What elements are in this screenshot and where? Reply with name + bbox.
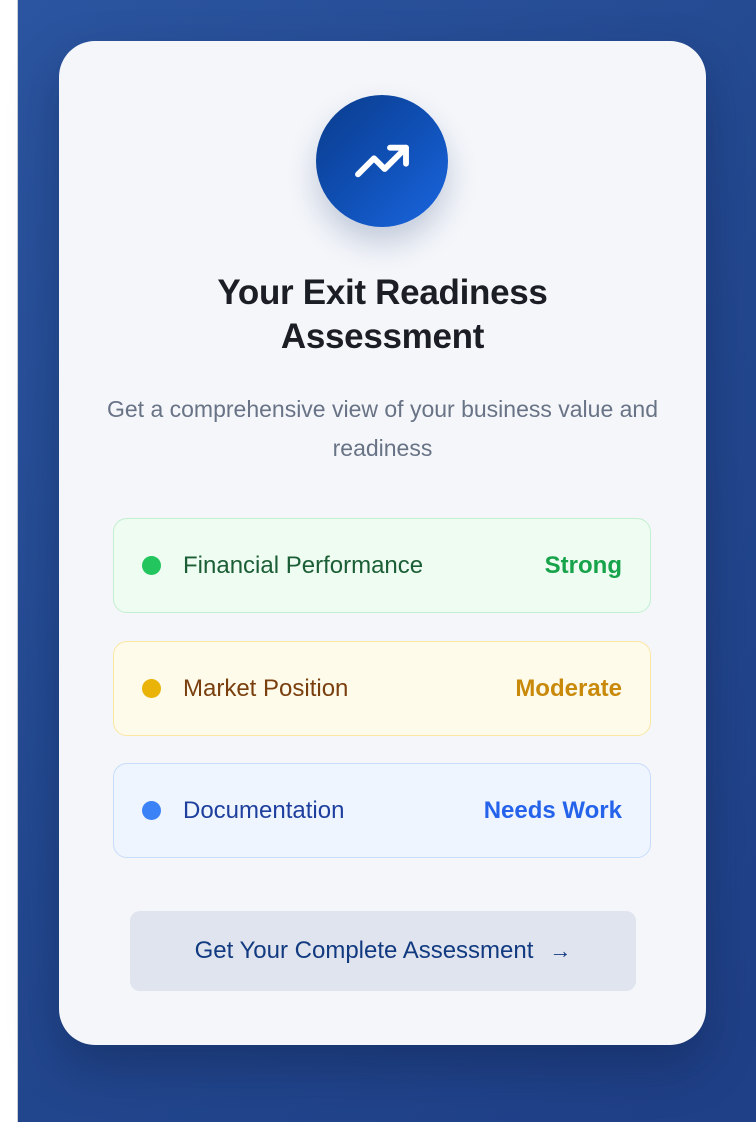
metric-label: Market Position [183,674,349,702]
metric-documentation: Documentation Needs Work [113,763,651,858]
metric-financial-performance: Financial Performance Strong [113,518,651,613]
hero-icon-badge [316,95,448,227]
status-dot-icon [142,556,161,575]
assessment-card: Your Exit Readiness Assessment Get a com… [59,41,706,1045]
card-title-line-1: Your Exit Readiness [217,273,548,312]
metric-status: Needs Work [483,796,622,824]
get-complete-assessment-button[interactable]: Get Your Complete Assessment → [130,911,636,991]
status-dot-icon [142,801,161,820]
status-dot-icon [142,679,161,698]
metric-status: Moderate [515,674,622,702]
arrow-right-icon: → [549,938,572,963]
metric-status: Strong [544,551,622,579]
card-title: Your Exit Readiness Assessment [59,271,706,359]
trending-up-icon [355,144,409,178]
page-background: Your Exit Readiness Assessment Get a com… [17,0,756,1122]
cta-label: Get Your Complete Assessment [194,937,534,964]
metric-label: Financial Performance [183,551,424,579]
card-title-line-2: Assessment [280,317,485,356]
metric-label: Documentation [183,796,345,824]
card-subtitle: Get a comprehensive view of your busines… [106,396,659,461]
metric-market-position: Market Position Moderate [113,641,651,736]
